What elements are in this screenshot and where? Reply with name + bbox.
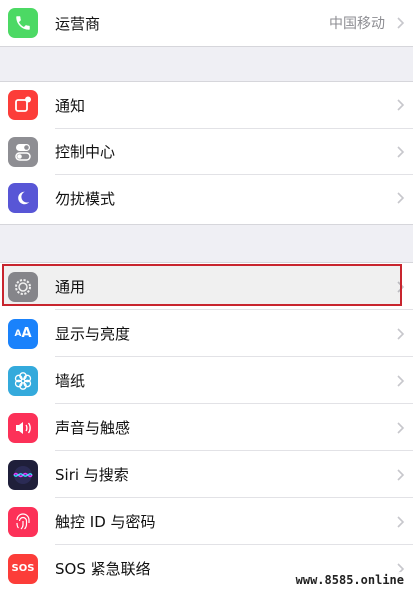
notifications-label: 通知 bbox=[55, 96, 86, 115]
chevron-right-icon bbox=[397, 280, 405, 293]
speaker-icon bbox=[8, 412, 38, 443]
sos-icon-text: SOS bbox=[11, 563, 35, 574]
settings-row-notifications[interactable]: 通知 bbox=[0, 82, 413, 129]
sounds-label: 声音与触感 bbox=[55, 419, 131, 437]
settings-row-sounds[interactable]: 声音与触感 bbox=[0, 404, 413, 451]
display-label: 显示与亮度 bbox=[55, 325, 131, 343]
touch-id-label: 触控 ID 与密码 bbox=[55, 513, 156, 531]
text-size-icon: AA bbox=[8, 318, 38, 349]
chevron-right-icon bbox=[397, 327, 405, 340]
settings-row-do-not-disturb[interactable]: 勿扰模式 bbox=[0, 175, 413, 222]
chevron-right-icon bbox=[397, 515, 405, 528]
gear-icon bbox=[8, 271, 38, 302]
chevron-right-icon bbox=[397, 421, 405, 434]
carrier-value: 中国移动 bbox=[329, 16, 385, 32]
flower-icon bbox=[8, 365, 38, 396]
sos-label: SOS 紧急联络 bbox=[55, 560, 151, 578]
phone-icon bbox=[8, 8, 38, 38]
chevron-right-icon bbox=[397, 17, 405, 29]
sos-icon: SOS bbox=[8, 553, 38, 584]
settings-row-siri[interactable]: Siri 与搜索 bbox=[0, 451, 413, 498]
chevron-right-icon bbox=[397, 146, 405, 158]
moon-icon bbox=[8, 183, 38, 214]
chevron-right-icon bbox=[397, 192, 405, 205]
settings-row-control-center[interactable]: 控制中心 bbox=[0, 129, 413, 176]
chevron-right-icon bbox=[397, 374, 405, 387]
chevron-right-icon bbox=[397, 99, 405, 111]
siri-label: Siri 与搜索 bbox=[55, 466, 129, 484]
switches-icon bbox=[8, 136, 38, 167]
watermark: www.8585.online bbox=[292, 572, 407, 588]
notifications-icon bbox=[8, 90, 38, 121]
settings-row-wallpaper[interactable]: 墙纸 bbox=[0, 357, 413, 404]
settings-group-notifications: 通知 控制中心 勿扰模式 bbox=[0, 81, 413, 225]
carrier-label: 运营商 bbox=[55, 14, 101, 33]
settings-row-general[interactable]: 通用 bbox=[0, 263, 413, 310]
fingerprint-icon bbox=[8, 506, 38, 537]
settings-group-carrier: 运营商 中国移动 bbox=[0, 0, 413, 47]
settings-row-touch-id[interactable]: 触控 ID 与密码 bbox=[0, 498, 413, 545]
do-not-disturb-label: 勿扰模式 bbox=[55, 189, 116, 208]
siri-icon bbox=[8, 459, 38, 490]
settings-row-carrier[interactable]: 运营商 中国移动 bbox=[0, 0, 413, 46]
wallpaper-label: 墙纸 bbox=[55, 372, 86, 390]
settings-row-display[interactable]: AA 显示与亮度 bbox=[0, 310, 413, 357]
control-center-label: 控制中心 bbox=[55, 143, 116, 162]
general-label: 通用 bbox=[55, 278, 86, 296]
chevron-right-icon bbox=[397, 468, 405, 481]
settings-group-general: 通用 AA 显示与亮度 墙纸 声音与触感 Siri 与搜索 触控 ID 与密码 … bbox=[0, 262, 413, 592]
